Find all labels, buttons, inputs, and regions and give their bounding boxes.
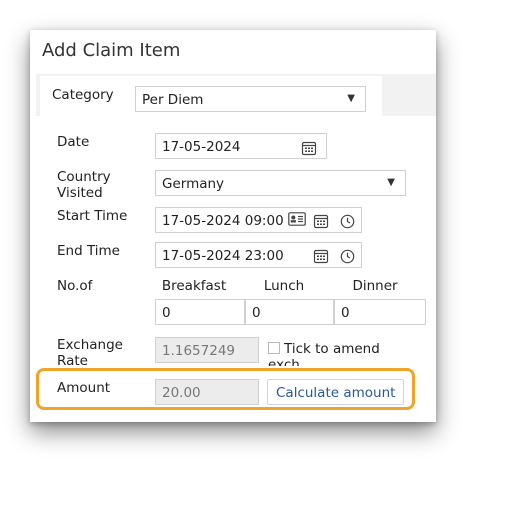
amend-line1: Tick to amend exch. (268, 341, 380, 366)
end-time-label: End Time (57, 243, 120, 259)
date-value: 17-05-2024 (162, 139, 241, 155)
dialog-title: Add Claim Item (42, 40, 181, 61)
exchange-rate-label-line1: Exchange (57, 337, 123, 353)
calendar-icon[interactable] (301, 140, 317, 156)
breakfast-input[interactable]: 0 (155, 299, 245, 325)
meals-label: No.of (57, 278, 93, 294)
amount-row-highlight (36, 368, 415, 410)
clock-icon[interactable] (340, 214, 355, 229)
breakfast-header: Breakfast (161, 278, 227, 294)
start-time-label: Start Time (57, 208, 128, 224)
country-select[interactable]: Germany ▼ (155, 170, 406, 196)
country-label: Country Visited (57, 169, 111, 201)
end-time-value: 17-05-2024 23:00 (162, 248, 284, 264)
exchange-rate-label: Exchange Rate (57, 337, 123, 369)
end-time-input[interactable]: 17-05-2024 23:00 (155, 242, 362, 268)
calendar-icon[interactable] (313, 248, 329, 264)
dinner-header: Dinner (352, 278, 398, 294)
category-select[interactable]: Per Diem ▼ (135, 86, 366, 112)
amend-exchange-rate-text: Tick to amend exch. rate (268, 341, 418, 366)
category-value: Per Diem (142, 92, 204, 108)
id-card-icon[interactable] (288, 212, 306, 226)
country-value: Germany (162, 176, 225, 192)
dinner-input[interactable]: 0 (334, 299, 426, 325)
clock-icon[interactable] (340, 249, 355, 264)
lunch-value: 0 (252, 305, 261, 321)
lunch-input[interactable]: 0 (245, 299, 334, 325)
dropdown-arrow-icon: ▼ (347, 93, 355, 104)
country-label-line1: Country (57, 169, 111, 185)
start-time-value: 17-05-2024 09:00 (162, 213, 284, 229)
breakfast-value: 0 (162, 305, 171, 321)
start-time-input[interactable]: 17-05-2024 09:00 (155, 207, 362, 233)
exchange-rate-value: 1.1657249 (162, 343, 236, 359)
exchange-rate-input: 1.1657249 (155, 337, 259, 363)
exchange-rate-label-line2: Rate (57, 353, 88, 369)
lunch-header: Lunch (263, 278, 305, 294)
category-label: Category (52, 87, 114, 103)
date-label: Date (57, 134, 90, 150)
dropdown-arrow-icon: ▼ (387, 177, 395, 188)
country-label-line2: Visited (57, 185, 103, 201)
calendar-icon[interactable] (313, 213, 329, 229)
dinner-value: 0 (341, 305, 350, 321)
